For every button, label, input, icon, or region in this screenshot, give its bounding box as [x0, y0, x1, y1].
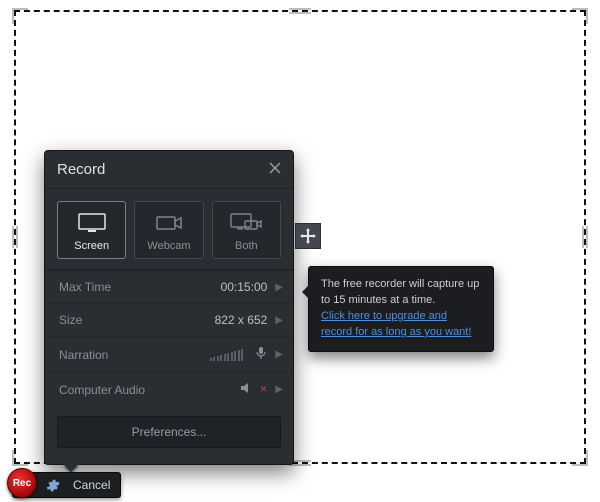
resize-handle-bl[interactable] [12, 450, 28, 466]
tooltip-text: The free recorder will capture up to 15 … [321, 278, 479, 306]
chevron-right-icon: ▶ [275, 315, 283, 326]
max-time-value: 00:15:00 [221, 280, 268, 294]
move-icon [299, 227, 317, 245]
mode-label: Both [235, 240, 258, 252]
recorder-toolbar: Rec Cancel [12, 472, 121, 498]
mode-label: Webcam [147, 240, 190, 252]
cancel-button[interactable]: Cancel [67, 475, 116, 495]
mode-webcam[interactable]: Webcam [134, 201, 203, 259]
gear-icon [45, 478, 60, 493]
resize-handle-br[interactable] [572, 450, 588, 466]
row-size[interactable]: Size 822 x 652 ▶ [45, 303, 293, 336]
resize-handle-n[interactable] [289, 8, 311, 14]
resize-handle-w[interactable] [12, 226, 18, 248]
size-value: 822 x 652 [215, 313, 268, 327]
panel-header: Record [45, 151, 293, 189]
row-label: Max Time [59, 280, 111, 294]
webcam-icon [154, 212, 184, 234]
row-label: Size [59, 313, 82, 327]
speaker-icon [240, 382, 254, 397]
mode-row: Screen Webcam Both [45, 189, 293, 270]
row-label: Narration [59, 348, 108, 362]
cancel-label: Cancel [73, 478, 110, 492]
panel-title: Record [57, 161, 105, 178]
upgrade-link[interactable]: Click here to upgrade and record for as … [321, 310, 471, 338]
resize-handle-e[interactable] [582, 226, 588, 248]
chevron-right-icon: ▶ [275, 384, 283, 395]
settings-button[interactable] [41, 474, 63, 496]
resize-handle-tl[interactable] [12, 8, 28, 24]
mute-x-icon: ✕ [260, 384, 268, 395]
chevron-right-icon: ▶ [275, 282, 283, 293]
preferences-label: Preferences... [132, 425, 207, 439]
both-icon [229, 212, 263, 234]
preferences-button[interactable]: Preferences... [57, 416, 281, 448]
audio-level-meter [210, 349, 244, 361]
row-narration[interactable]: Narration ▶ [45, 336, 293, 372]
monitor-icon [77, 212, 107, 234]
row-computer-audio[interactable]: Computer Audio ✕ ▶ [45, 372, 293, 406]
tooltip-pointer [302, 285, 309, 299]
panel-pointer [63, 464, 79, 472]
record-button[interactable]: Rec [7, 468, 37, 498]
record-panel: Record Screen Webcam Both Max Time 00:15… [44, 150, 294, 465]
microphone-icon [255, 346, 267, 363]
mode-screen[interactable]: Screen [57, 201, 126, 259]
move-handle[interactable] [295, 223, 321, 249]
row-max-time[interactable]: Max Time 00:15:00 ▶ [45, 270, 293, 303]
max-time-tooltip: The free recorder will capture up to 15 … [308, 266, 494, 352]
mode-both[interactable]: Both [212, 201, 281, 259]
row-label: Computer Audio [59, 383, 145, 397]
resize-handle-tr[interactable] [572, 8, 588, 24]
close-icon[interactable] [269, 161, 281, 178]
mode-label: Screen [74, 240, 109, 252]
rec-label: Rec [13, 478, 31, 489]
chevron-right-icon: ▶ [275, 349, 283, 360]
